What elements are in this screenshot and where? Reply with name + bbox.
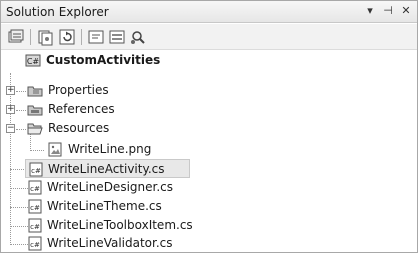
csharp-project-icon: C# <box>25 53 41 68</box>
properties-icon[interactable] <box>7 28 25 46</box>
show-all-files-icon[interactable] <box>36 28 54 46</box>
collapse-button[interactable]: − <box>6 124 15 133</box>
view-code-icon[interactable] <box>87 28 105 46</box>
title-bar: Solution Explorer ▾ ⊣ ✕ <box>1 1 417 23</box>
tree-item-label: WriteLineDesigner.cs <box>47 180 173 194</box>
tree-item-label: WriteLineActivity.cs <box>48 162 165 176</box>
cs-file-icon: c# <box>27 199 43 214</box>
project-label: CustomActivities <box>46 53 161 67</box>
svg-text:c#: c# <box>30 204 40 212</box>
window-position-dropdown-icon[interactable]: ▾ <box>363 4 377 18</box>
tree-item-writelinedesigner-cs[interactable]: c# WriteLineDesigner.cs <box>25 178 418 197</box>
cs-file-icon: c# <box>27 218 43 233</box>
tree-item-project[interactable]: C# CustomActivities <box>1 51 401 70</box>
folder-icon <box>27 83 43 98</box>
cs-file-icon: c# <box>27 180 43 195</box>
tree-item-label: WriteLineTheme.cs <box>47 199 162 213</box>
tree-item-label: Properties <box>48 83 109 97</box>
tree-item-resources[interactable]: − Resources <box>1 119 401 138</box>
tree-item-properties[interactable]: + Properties <box>1 81 401 100</box>
svg-text:c#: c# <box>30 241 40 249</box>
solution-tree: C# CustomActivities + Properties + Refer… <box>1 51 417 253</box>
svg-text:C#: C# <box>27 57 40 66</box>
toolbar-separator <box>81 29 82 45</box>
cs-file-icon: c# <box>27 236 43 251</box>
tree-item-writelinevalidator-cs[interactable]: c# WriteLineValidator.cs <box>25 234 418 253</box>
toolbar-separator <box>30 29 31 45</box>
references-icon <box>27 102 43 117</box>
view-designer-icon[interactable] <box>108 28 126 46</box>
svg-text:c#: c# <box>30 223 40 231</box>
tree-item-label: WriteLineToolboxItem.cs <box>47 218 193 232</box>
tree-item-writeline-png[interactable]: WriteLine.png <box>1 140 401 159</box>
tree-item-references[interactable]: + References <box>1 100 401 119</box>
panel-title: Solution Explorer <box>6 5 109 19</box>
close-icon[interactable]: ✕ <box>399 4 413 18</box>
refresh-icon[interactable] <box>58 28 76 46</box>
auto-hide-pin-icon[interactable]: ⊣ <box>381 4 395 18</box>
tree-item-writelineactivity-cs[interactable]: c# WriteLineActivity.cs <box>25 159 190 178</box>
tree-item-writelinetheme-cs[interactable]: c# WriteLineTheme.cs <box>25 197 418 216</box>
tree-item-label: WriteLineValidator.cs <box>47 236 173 250</box>
image-file-icon <box>47 142 63 157</box>
cs-file-icon: c# <box>28 162 44 177</box>
tree-item-label: WriteLine.png <box>68 142 152 156</box>
class-view-icon[interactable] <box>129 28 147 46</box>
tree-item-label: References <box>48 102 115 116</box>
tree-item-label: Resources <box>48 121 110 135</box>
svg-text:c#: c# <box>30 185 40 193</box>
svg-text:c#: c# <box>31 167 41 175</box>
toolbar <box>1 24 417 50</box>
folder-open-icon <box>27 121 43 136</box>
expand-button[interactable]: + <box>6 86 15 95</box>
tree-item-writelinetoolboxitem-cs[interactable]: c# WriteLineToolboxItem.cs <box>25 216 418 235</box>
solution-explorer-panel: Solution Explorer ▾ ⊣ ✕ C# CustomActivit… <box>0 0 418 253</box>
expand-button[interactable]: + <box>6 105 15 114</box>
